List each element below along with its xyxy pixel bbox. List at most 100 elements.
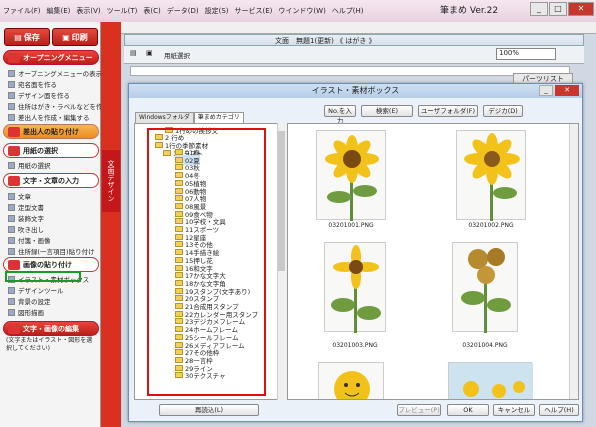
thumbnail[interactable] [456,130,526,221]
sender-icon [8,126,20,137]
tree-scroll-thumb[interactable] [278,131,285,271]
paper-select-tool[interactable]: 用紙選択 [164,50,190,60]
item-label: 吹き出し [18,226,44,234]
paper-item[interactable]: 用紙の選択 [8,160,51,170]
item-label: 定型文書 [18,204,44,212]
item-label: デザインツール [18,287,64,295]
paper-select-header[interactable]: 用紙の選択 [3,143,99,158]
sunflower-image [464,133,520,221]
doc-window-top [121,22,596,34]
sunflower-image [461,248,511,333]
thumbnail-caption: 03201004.PNG [462,342,508,349]
text-item[interactable]: 文章 [8,191,31,201]
red-strip [101,22,121,427]
minimize-button[interactable]: _ [530,2,548,16]
thumbnail[interactable] [448,362,533,399]
image-item[interactable]: 図形描画 [8,307,44,317]
print-button[interactable]: ▣ 印刷 [52,28,98,46]
text-item[interactable]: 装飾文字 [8,213,44,223]
zoom-select[interactable]: 100% [496,48,556,60]
thumbnail[interactable] [452,242,518,333]
thumbnail-scrollbar[interactable] [569,124,578,399]
save-icon: ▤ [14,32,22,42]
menu-service[interactable]: サービス(E) [232,6,276,16]
item-label: 文章 [18,193,31,201]
thumbnail[interactable] [318,362,384,399]
item-icon [8,286,15,294]
item-label: 用紙の選択 [18,162,51,170]
text-icon [8,175,20,186]
dialog-minimize-button[interactable]: _ [539,85,553,96]
image-paste-header[interactable]: 画像の貼り付け [3,257,99,272]
item-label: 図形描画 [18,309,44,317]
sender-paste-header[interactable]: 差出人の貼り付け [3,124,99,139]
reload-button[interactable]: 再読込(L) [159,404,259,416]
menu-tool[interactable]: ツール(T) [104,6,141,16]
printer-icon[interactable]: ▣ [146,49,153,57]
item-icon [8,236,15,244]
number-input-button[interactable]: No.を入力 [324,105,356,125]
tab-design[interactable]: 文面デザイン [102,150,120,212]
preview-button[interactable]: プレビュー(P) [397,404,441,416]
dialog-close-button[interactable]: ✕ [555,85,579,96]
ruler [130,66,570,76]
digica-button[interactable]: デジカ(D) [483,105,523,117]
item-icon [8,102,15,110]
tree-scrollbar[interactable] [277,123,286,400]
item-icon [8,113,15,121]
item-icon [8,225,15,233]
menu-table[interactable]: 表(C) [140,6,163,16]
opening-item[interactable]: オープニングメニューの表示 [8,68,102,78]
thumbnail[interactable] [316,130,386,221]
sun-face-image [334,371,370,399]
menu-settings[interactable]: 設定(S) [202,6,232,16]
image-item[interactable]: デザインツール [8,285,64,295]
opening-menu-header[interactable]: オープニングメニュー [3,50,99,65]
text-item[interactable]: 付箋・画像 [8,235,51,245]
menu-edit[interactable]: 編集(E) [44,6,74,16]
opening-item[interactable]: デザイン面を作る [8,90,70,100]
menu-bar: ファイル(F) 編集(E) 表示(V) ツール(T) 表(C) データ(D) 設… [0,0,596,22]
text-item[interactable]: 吹き出し [8,224,44,234]
menu-file[interactable]: ファイル(F) [0,6,44,16]
dialog-title: イラスト・素材ボックス [129,84,582,98]
item-label: オープニングメニューの表示 [18,70,103,78]
item-label: 住所はがき・ラベルなどを作る [18,103,109,111]
maximize-button[interactable]: □ [549,2,567,16]
printer-icon: ▣ [62,32,70,42]
menu-window[interactable]: ウインドウ(W) [275,6,328,16]
opening-item[interactable]: 住所はがき・ラベルなどを作る [8,101,109,111]
text-input-header[interactable]: 文字・文章の入力 [3,173,99,188]
opening-item[interactable]: 差出人を作成・編集する [8,112,90,122]
text-item[interactable]: 定型文書 [8,202,44,212]
item-label: デザイン面を作る [18,92,70,100]
save-icon[interactable]: ▤ [130,49,137,57]
user-folder-button[interactable]: ユーザフォルダ(F) [418,105,478,117]
help-button[interactable]: ヘルプ(H) [539,404,579,416]
tab-windows-folder[interactable]: Windowsフォルダ [135,112,194,123]
close-button[interactable]: ✕ [568,2,594,16]
menu-data[interactable]: データ(D) [164,6,202,16]
tab-fudemame-category[interactable]: 筆まめカテゴリ [193,112,244,123]
text-item[interactable]: 住所録(一言項目)貼り付け [8,246,95,256]
edit-header[interactable]: 文字・画像の編集 [3,321,99,336]
cancel-button[interactable]: キャンセル [493,404,535,416]
search-button[interactable]: 検索(E) [361,105,413,117]
save-button[interactable]: ▤ 保存 [4,28,50,46]
thumbnail[interactable] [324,242,386,333]
menu-help[interactable]: ヘルプ(H) [329,6,367,16]
item-icon [8,192,15,200]
item-icon [8,308,15,316]
app-title: 筆まめ Ver.22 [440,6,499,16]
doc-title: 文面 無題1(更新) 《 はがき 》 [275,37,376,45]
image-item[interactable]: 背景の設定 [8,296,51,306]
ok-button[interactable]: OK [447,404,489,416]
sunflower-image [325,135,379,221]
sender-label: 差出人の貼り付け [23,127,79,136]
opening-item[interactable]: 宛名面を作る [8,79,57,89]
edit-note: (文字またはイラスト・図形を選択してください) [6,337,93,352]
doc-toolbar: ▤ ▣ 用紙選択 100% [124,46,584,64]
opening-label: オープニングメニュー [23,53,93,62]
item-label: 宛名面を作る [18,81,57,89]
menu-view[interactable]: 表示(V) [73,6,103,16]
